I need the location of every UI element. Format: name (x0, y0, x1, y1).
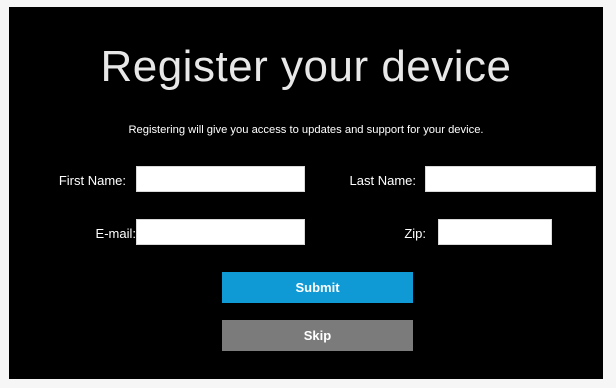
last-name-field[interactable] (425, 166, 596, 192)
page-title: Register your device (100, 42, 512, 91)
first-name-field[interactable] (136, 166, 305, 192)
email-field[interactable] (136, 219, 305, 245)
zip-field[interactable] (438, 219, 552, 245)
page-subtitle: Registering will give you access to upda… (128, 124, 484, 136)
first-name-label: First Name: (58, 173, 126, 188)
skip-button[interactable]: Skip (222, 320, 413, 351)
email-label: E-mail: (95, 226, 136, 241)
submit-button[interactable]: Submit (222, 272, 413, 303)
last-name-label: Last Name: (349, 173, 416, 188)
zip-label: Zip: (404, 226, 426, 241)
registration-screen: Register your device Registering will gi… (9, 7, 603, 379)
